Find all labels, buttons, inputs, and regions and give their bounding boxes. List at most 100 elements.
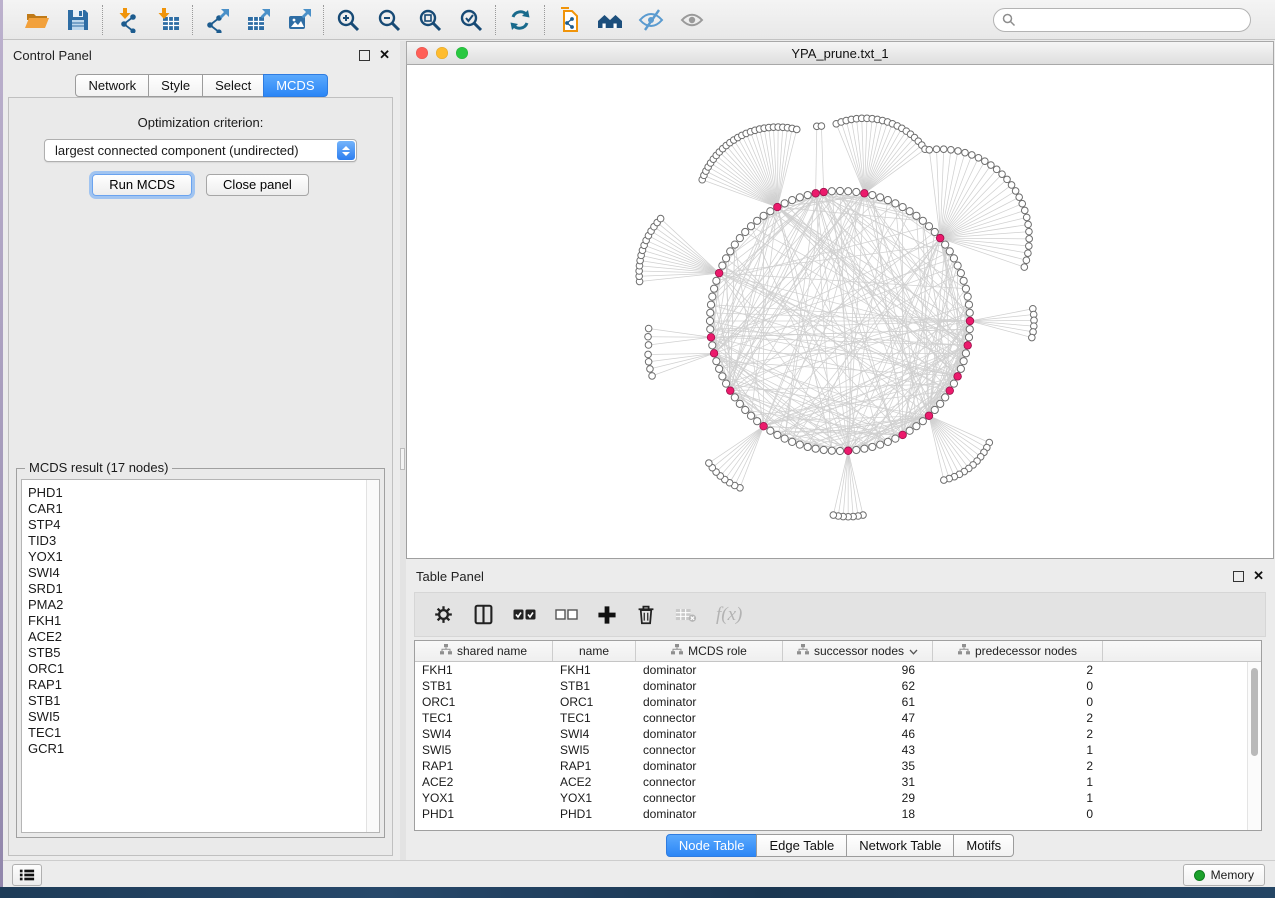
network-node[interactable] bbox=[709, 293, 716, 300]
network-node[interactable] bbox=[1025, 250, 1032, 257]
network-node[interactable] bbox=[892, 435, 899, 442]
cell-predecessor-nodes[interactable]: 1 bbox=[933, 774, 1103, 790]
network-node[interactable] bbox=[722, 255, 729, 262]
network-node[interactable] bbox=[812, 445, 819, 452]
cell-predecessor-nodes[interactable]: 2 bbox=[933, 710, 1103, 726]
network-node[interactable] bbox=[957, 365, 964, 372]
cell-shared-name[interactable]: SWI4 bbox=[415, 726, 553, 742]
cell-name[interactable]: ORC1 bbox=[553, 694, 636, 710]
cell-MCDS-role[interactable]: dominator bbox=[636, 662, 783, 678]
network-node[interactable] bbox=[1004, 176, 1011, 183]
network-node[interactable] bbox=[869, 191, 876, 198]
network-node[interactable] bbox=[884, 197, 891, 204]
network-node[interactable] bbox=[965, 301, 972, 308]
add-column-plus-icon[interactable] bbox=[597, 605, 617, 625]
close-panel-button[interactable]: Close panel bbox=[206, 174, 309, 196]
mcds-result-item[interactable]: PHD1 bbox=[28, 485, 365, 501]
network-node[interactable] bbox=[925, 223, 932, 230]
network-node[interactable] bbox=[742, 228, 749, 235]
network-node[interactable] bbox=[982, 158, 989, 165]
network-node[interactable] bbox=[913, 212, 920, 219]
zoom-fit-icon[interactable] bbox=[417, 7, 443, 33]
dominator-node[interactable] bbox=[946, 387, 954, 395]
network-node[interactable] bbox=[710, 285, 717, 292]
network-node[interactable] bbox=[767, 208, 774, 215]
network-node[interactable] bbox=[1025, 221, 1032, 228]
network-node[interactable] bbox=[962, 149, 969, 156]
network-node[interactable] bbox=[645, 325, 652, 332]
import-network-icon[interactable] bbox=[114, 7, 140, 33]
network-node[interactable] bbox=[975, 154, 982, 161]
cell-successor-nodes[interactable]: 43 bbox=[783, 742, 933, 758]
column-header-MCDS-role[interactable]: MCDS role bbox=[636, 641, 783, 661]
cell-predecessor-nodes[interactable]: 2 bbox=[933, 758, 1103, 774]
mcds-result-item[interactable]: PMA2 bbox=[28, 597, 365, 613]
network-node[interactable] bbox=[789, 438, 796, 445]
network-node[interactable] bbox=[1029, 334, 1036, 341]
cell-shared-name[interactable]: ORC1 bbox=[415, 694, 553, 710]
cell-MCDS-role[interactable]: connector bbox=[636, 790, 783, 806]
network-node[interactable] bbox=[950, 255, 957, 262]
export-table-icon[interactable] bbox=[245, 7, 271, 33]
zoom-selected-icon[interactable] bbox=[458, 7, 484, 33]
mcds-result-item[interactable]: STP4 bbox=[28, 517, 365, 533]
network-node[interactable] bbox=[707, 301, 714, 308]
delete-column-trash-icon[interactable] bbox=[636, 604, 656, 625]
cell-predecessor-nodes[interactable]: 1 bbox=[933, 742, 1103, 758]
network-node[interactable] bbox=[706, 317, 713, 324]
network-node[interactable] bbox=[836, 447, 843, 454]
network-node[interactable] bbox=[719, 262, 726, 269]
table-row[interactable]: FKH1FKH1dominator962 bbox=[415, 662, 1261, 678]
cell-predecessor-nodes[interactable]: 2 bbox=[933, 726, 1103, 742]
network-node[interactable] bbox=[964, 293, 971, 300]
close-panel-icon[interactable]: ✕ bbox=[379, 49, 390, 61]
network-node[interactable] bbox=[877, 194, 884, 201]
network-node[interactable] bbox=[716, 365, 723, 372]
tab-network[interactable]: Network bbox=[75, 74, 149, 97]
result-list-scrollbar[interactable] bbox=[366, 480, 379, 832]
network-node[interactable] bbox=[781, 435, 788, 442]
cell-shared-name[interactable]: SWI5 bbox=[415, 742, 553, 758]
network-node[interactable] bbox=[960, 358, 967, 365]
network-node[interactable] bbox=[1021, 264, 1028, 271]
network-node[interactable] bbox=[861, 445, 868, 452]
network-node[interactable] bbox=[906, 427, 913, 434]
cell-shared-name[interactable]: RAP1 bbox=[415, 758, 553, 774]
network-node[interactable] bbox=[796, 194, 803, 201]
table-settings-gear-icon[interactable] bbox=[433, 604, 454, 625]
network-node[interactable] bbox=[736, 235, 743, 242]
cell-name[interactable]: SWI5 bbox=[553, 742, 636, 758]
first-neighbors-icon[interactable] bbox=[597, 7, 623, 33]
refresh-icon[interactable] bbox=[507, 7, 533, 33]
network-node[interactable] bbox=[869, 443, 876, 450]
cell-MCDS-role[interactable]: connector bbox=[636, 710, 783, 726]
cell-name[interactable]: TEC1 bbox=[553, 710, 636, 726]
cell-MCDS-role[interactable]: dominator bbox=[636, 806, 783, 822]
network-node[interactable] bbox=[736, 400, 743, 407]
cell-shared-name[interactable]: ACE2 bbox=[415, 774, 553, 790]
dominator-node[interactable] bbox=[710, 350, 718, 358]
network-node[interactable] bbox=[919, 217, 926, 224]
open-file-icon[interactable] bbox=[24, 7, 50, 33]
tab-select[interactable]: Select bbox=[202, 74, 264, 97]
network-node[interactable] bbox=[988, 162, 995, 169]
network-node[interactable] bbox=[828, 447, 835, 454]
network-node[interactable] bbox=[747, 412, 754, 419]
network-node[interactable] bbox=[719, 373, 726, 380]
cell-predecessor-nodes[interactable]: 0 bbox=[933, 678, 1103, 694]
network-node[interactable] bbox=[727, 248, 734, 255]
network-node[interactable] bbox=[789, 197, 796, 204]
table-row[interactable]: PHD1PHD1dominator180 bbox=[415, 806, 1261, 822]
network-node[interactable] bbox=[884, 438, 891, 445]
dominator-node[interactable] bbox=[899, 431, 907, 439]
network-node[interactable] bbox=[706, 460, 713, 467]
network-node[interactable] bbox=[836, 187, 843, 194]
network-node[interactable] bbox=[931, 406, 938, 413]
network-node[interactable] bbox=[818, 123, 825, 130]
mcds-result-item[interactable]: SWI4 bbox=[28, 565, 365, 581]
network-node[interactable] bbox=[1026, 243, 1033, 250]
table-tab-edge-table[interactable]: Edge Table bbox=[756, 834, 847, 857]
network-node[interactable] bbox=[1019, 200, 1026, 207]
network-node[interactable] bbox=[804, 191, 811, 198]
mcds-result-list[interactable]: PHD1CAR1STP4TID3YOX1SWI4SRD1PMA2FKH1ACE2… bbox=[21, 479, 380, 833]
